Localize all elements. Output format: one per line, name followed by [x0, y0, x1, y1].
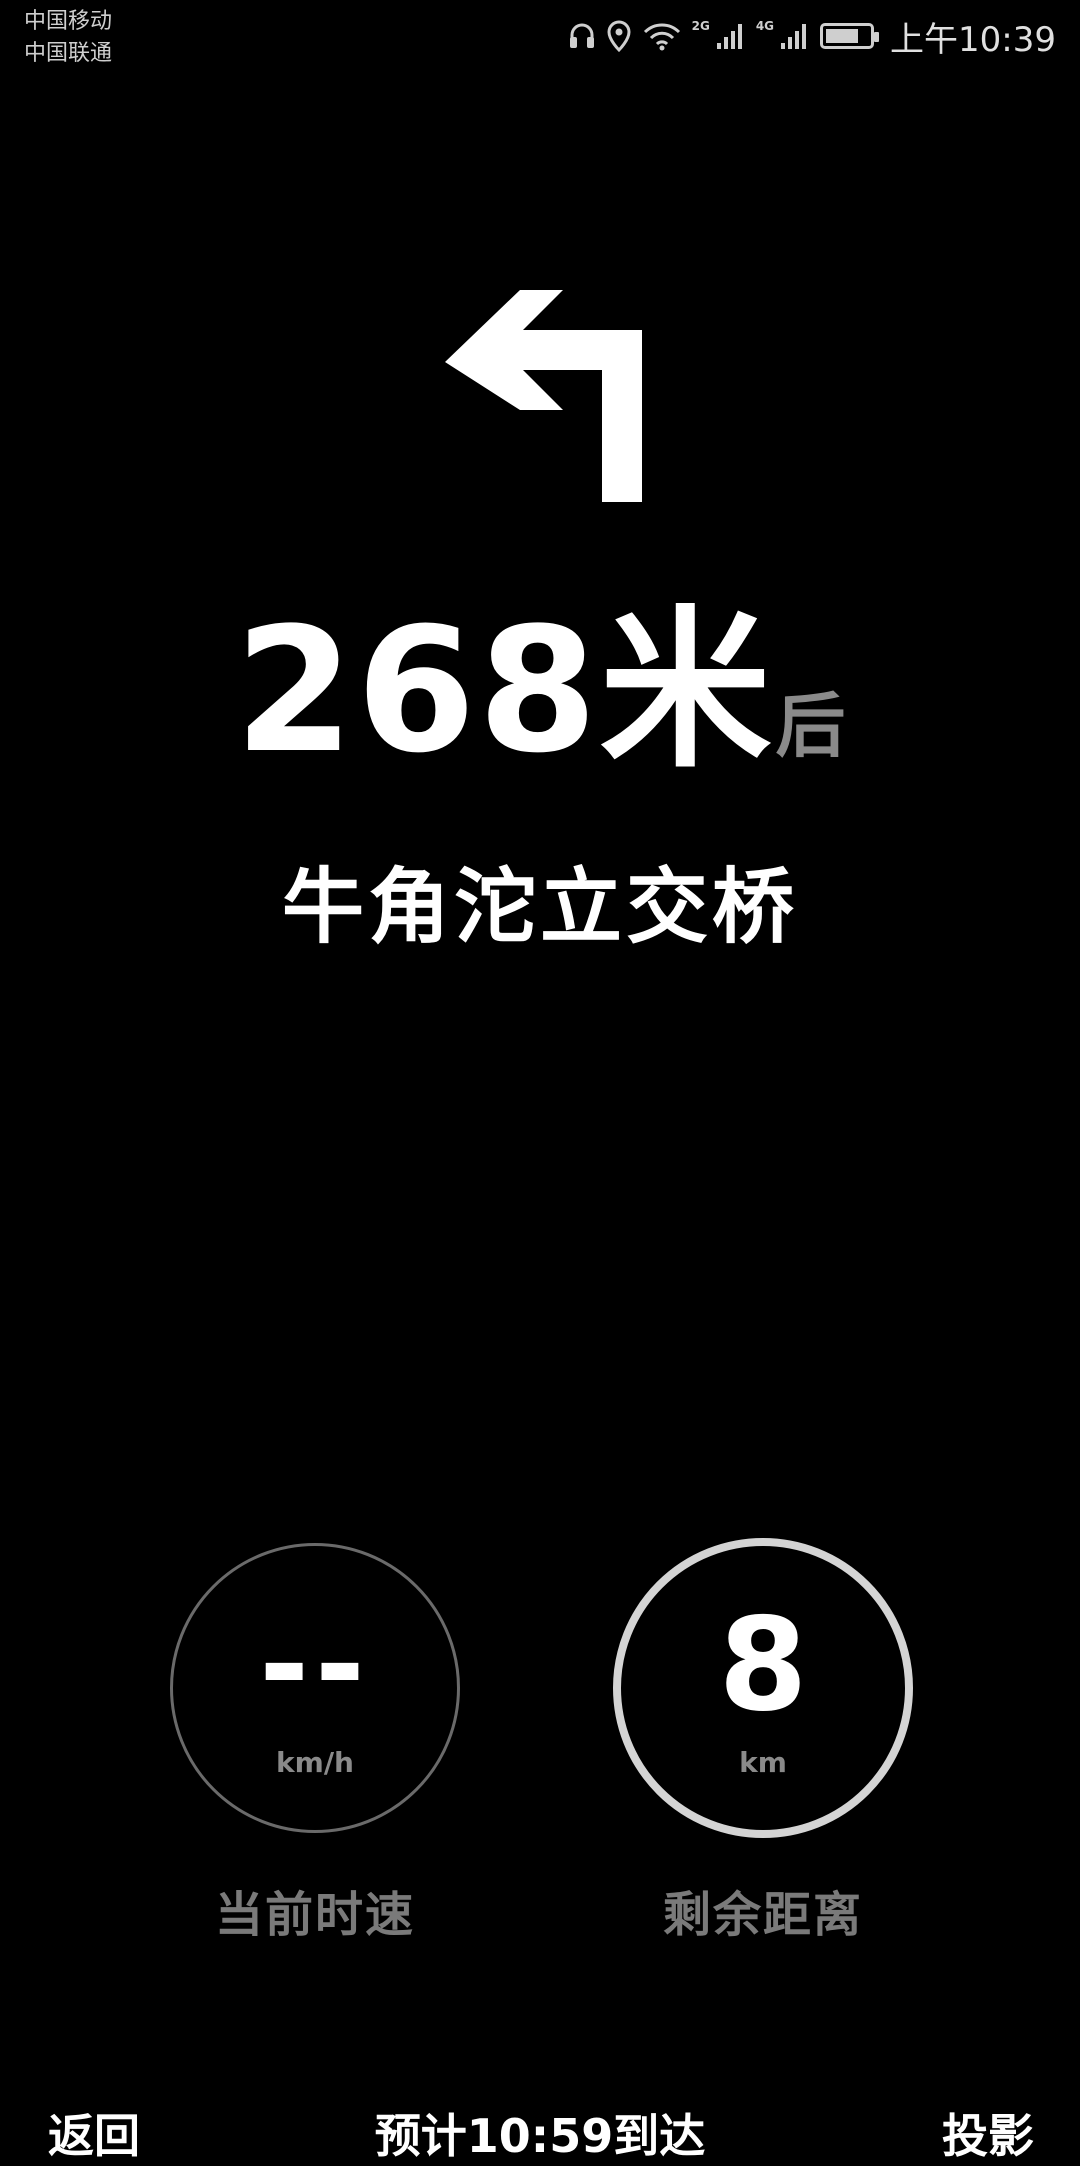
back-button[interactable]: 返回 — [48, 2100, 140, 2166]
battery-icon — [820, 23, 880, 49]
location-icon — [606, 20, 632, 52]
status-bar: 中国移动 中国联通 2G 4G 上午10:39 — [0, 0, 1080, 70]
distance-number: 268 — [234, 590, 600, 791]
distance-suffix: 后 — [775, 685, 846, 767]
bottom-bar: 预计10:59到达 返回 投影 — [0, 2100, 1080, 2163]
eta-text: 预计10:59到达 — [374, 2109, 706, 2163]
turn-left-arrow-icon — [445, 290, 642, 502]
signal-icon — [780, 21, 810, 51]
speed-unit: km/h — [276, 1746, 354, 1779]
wifi-icon — [642, 21, 682, 51]
distance-unit: 米 — [599, 590, 772, 791]
clock: 上午10:39 — [890, 19, 1056, 60]
carrier-info: 中国移动 中国联通 — [24, 6, 112, 70]
carrier-2: 中国联通 — [24, 41, 113, 66]
remaining-value: 8 — [718, 1591, 808, 1740]
speed-caption: 当前时速 — [214, 1887, 415, 1943]
cast-button[interactable]: 投影 — [942, 2100, 1034, 2166]
remaining-caption: 剩余距离 — [662, 1887, 863, 1943]
road-name: 牛角沱立交桥 — [281, 860, 798, 955]
network-badge-2g: 2G — [691, 19, 710, 33]
headset-icon — [568, 21, 596, 51]
remaining-unit: km — [739, 1746, 787, 1779]
distance-to-turn: 268米后 — [0, 605, 1080, 777]
signal-icon — [716, 21, 746, 51]
current-speed-gauge: -- km/h — [170, 1543, 460, 1833]
speed-value: -- — [259, 1596, 371, 1735]
battery-level — [826, 29, 859, 43]
status-icons: 2G 4G 上午10:39 — [568, 14, 1056, 60]
remaining-distance-gauge: 8 km — [613, 1538, 913, 1838]
carrier-1: 中国移动 — [24, 9, 113, 34]
network-badge-4g: 4G — [755, 19, 775, 33]
